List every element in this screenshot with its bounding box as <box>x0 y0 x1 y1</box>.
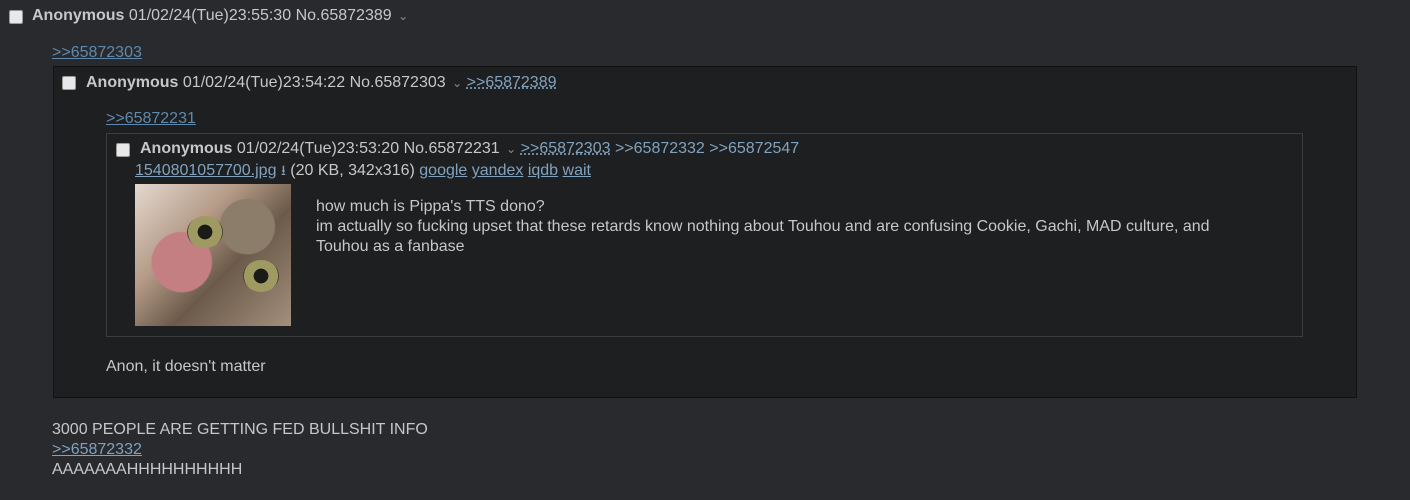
backlink[interactable]: >>65872303 <box>521 140 611 157</box>
post-number[interactable]: No.65872231 <box>404 140 500 157</box>
wait-search-link[interactable]: wait <box>563 162 591 179</box>
iqdb-search-link[interactable]: iqdb <box>528 162 558 179</box>
post-datetime: 01/02/24(Tue)23:54:22 <box>182 74 346 91</box>
file-name-link[interactable]: 1540801057700.jpg <box>135 162 276 179</box>
cat-eye <box>243 260 279 292</box>
poster-name: Anonymous <box>140 140 233 157</box>
post-datetime: 01/02/24(Tue)23:55:30 <box>128 7 292 24</box>
file-info: 1540801057700.jpg ⭳ (20 KB, 342x316) goo… <box>135 160 591 184</box>
post-header: Anonymous 01/02/24(Tue)23:53:20 No.65872… <box>140 140 799 158</box>
cat-eye <box>187 216 223 248</box>
chevron-down-icon[interactable]: ⌄ <box>398 9 408 23</box>
chevron-down-icon[interactable]: ⌄ <box>452 76 462 90</box>
message-line: 3000 PEOPLE ARE GETTING FED BULLSHIT INF… <box>52 421 428 438</box>
message-line: Touhou as a fanbase <box>316 238 465 255</box>
select-post-checkbox[interactable] <box>62 76 76 90</box>
backlink[interactable]: >>65872547 <box>709 140 799 157</box>
post-message: 3000 PEOPLE ARE GETTING FED BULLSHIT INF… <box>52 420 428 480</box>
file-size: (20 KB, 342x316) <box>290 162 415 179</box>
poster-name: Anonymous <box>86 74 179 91</box>
message-line: im actually so fucking upset that these … <box>316 218 1210 235</box>
yandex-search-link[interactable]: yandex <box>472 162 524 179</box>
post-header: Anonymous 01/02/24(Tue)23:54:22 No.65872… <box>86 74 557 92</box>
message-line: how much is Pippa's TTS dono? <box>316 198 545 215</box>
quote-link[interactable]: >>65872332 <box>52 440 428 460</box>
post-datetime: 01/02/24(Tue)23:53:20 <box>236 140 400 157</box>
post-image-thumbnail[interactable] <box>135 184 291 326</box>
poster-name: Anonymous <box>32 7 125 24</box>
select-post-checkbox[interactable] <box>116 143 130 157</box>
post-message: how much is Pippa's TTS dono? im actuall… <box>316 197 1210 257</box>
post-header: Anonymous 01/02/24(Tue)23:55:30 No.65872… <box>32 7 408 25</box>
google-search-link[interactable]: google <box>419 162 467 179</box>
quote-link[interactable]: >>65872303 <box>52 44 142 62</box>
backlink[interactable]: >>65872389 <box>467 74 557 91</box>
download-icon[interactable]: ⭳ <box>281 162 286 178</box>
backlink[interactable]: >>65872332 <box>615 140 705 157</box>
post-number[interactable]: No.65872303 <box>350 74 446 91</box>
post-message: Anon, it doesn't matter <box>106 358 266 375</box>
post-number[interactable]: No.65872389 <box>296 7 392 24</box>
chevron-down-icon[interactable]: ⌄ <box>506 142 516 156</box>
message-line: AAAAAAAHHHHHHHHHH <box>52 461 243 478</box>
select-post-checkbox[interactable] <box>9 10 23 24</box>
quote-link[interactable]: >>65872231 <box>106 110 196 128</box>
